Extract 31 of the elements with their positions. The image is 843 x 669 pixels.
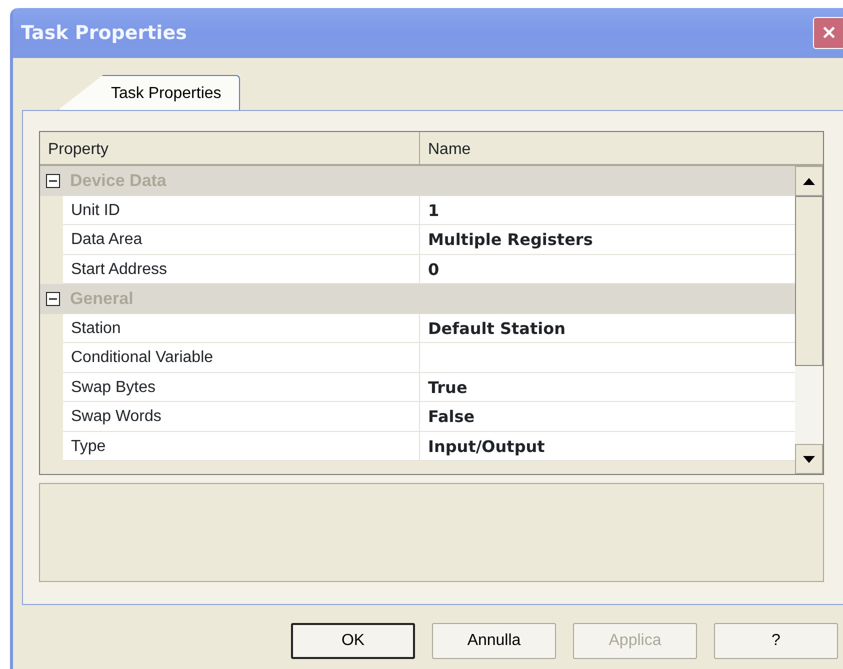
dialog-button[interactable]: Annulla — [432, 623, 556, 659]
window-title: Task Properties — [21, 20, 187, 46]
up-arrow-icon — [803, 178, 815, 184]
dialog-button[interactable]: ? — [714, 623, 838, 659]
property-name: Station — [63, 314, 420, 342]
property-value[interactable]: Multiple Registers — [420, 225, 795, 254]
property-name: Conditional Variable — [63, 343, 420, 372]
property-name: Swap Bytes — [63, 372, 420, 401]
property-name: Data Area — [63, 225, 420, 254]
scroll-down-button[interactable] — [795, 444, 823, 474]
collapse-icon[interactable] — [46, 174, 60, 188]
property-value[interactable]: 1 — [420, 196, 795, 224]
property-name: Type — [63, 432, 420, 460]
collapse-icon[interactable] — [46, 292, 60, 306]
close-button[interactable]: ✕ — [813, 17, 843, 49]
scrollbar[interactable] — [795, 166, 823, 474]
down-arrow-icon — [803, 456, 815, 462]
column-header[interactable]: Property — [40, 132, 420, 164]
property-value[interactable]: True — [420, 372, 795, 401]
property-value[interactable]: 0 — [420, 254, 795, 283]
scroll-up-button[interactable] — [795, 166, 823, 196]
property-name: Start Address — [63, 254, 420, 283]
property-value[interactable]: Default Station — [420, 314, 795, 342]
property-value[interactable]: False — [420, 402, 795, 430]
property-value[interactable]: Input/Output — [420, 432, 795, 460]
column-header[interactable]: Name — [420, 132, 479, 164]
tab[interactable]: Task Properties — [58, 75, 240, 110]
property-name: Unit ID — [63, 196, 420, 224]
dialog-button[interactable]: OK — [291, 623, 415, 659]
scroll-thumb[interactable] — [795, 196, 823, 366]
property-name: Swap Words — [63, 402, 420, 430]
